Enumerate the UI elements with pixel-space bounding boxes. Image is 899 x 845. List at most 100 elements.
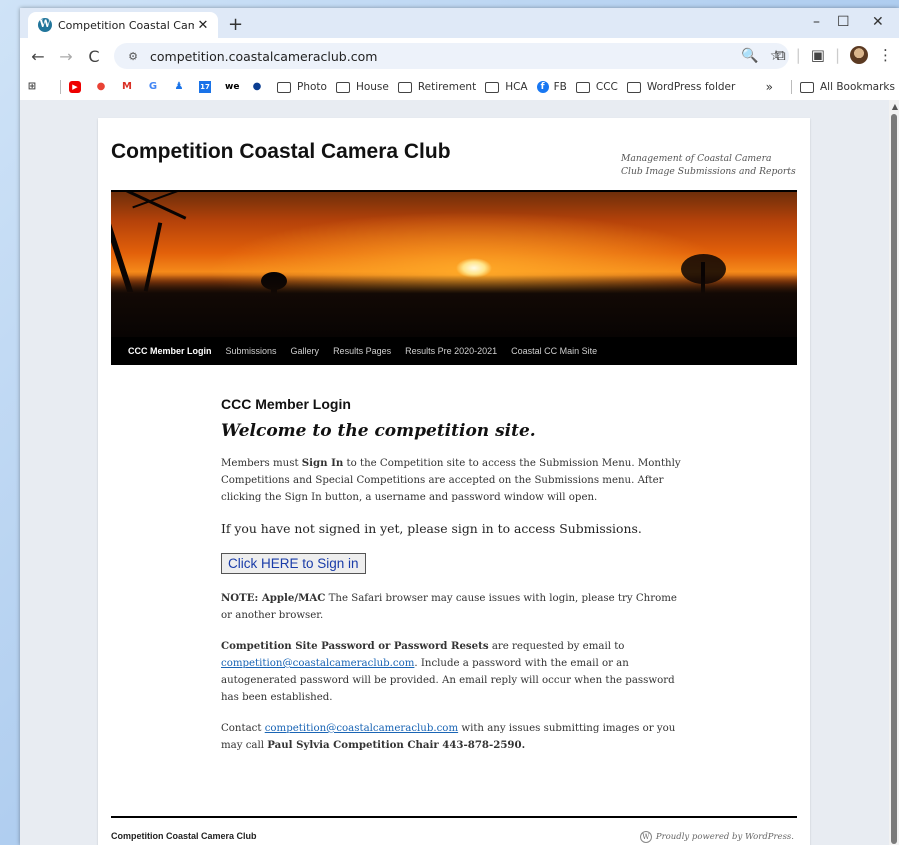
bookmark-photo[interactable]: Photo xyxy=(277,81,327,93)
scrollbar[interactable]: ▲ xyxy=(889,100,899,845)
extensions-icon[interactable]: ⧉ xyxy=(775,46,786,64)
folder-icon xyxy=(335,81,350,93)
person-icon[interactable]: ♟ xyxy=(173,81,190,93)
menu-submissions[interactable]: Submissions xyxy=(219,346,284,356)
bookmark-retirement[interactable]: Retirement xyxy=(397,81,477,93)
maps-icon[interactable]: ● xyxy=(95,81,112,93)
folder-icon xyxy=(397,81,412,93)
youtube-icon[interactable]: ▶ xyxy=(69,81,86,93)
site-page: Competition Coastal Camera Club Manageme… xyxy=(98,118,810,845)
scroll-up-arrow-icon[interactable]: ▲ xyxy=(892,102,898,111)
zoom-icon[interactable]: 🔍 xyxy=(737,48,763,64)
menu-main-site[interactable]: Coastal CC Main Site xyxy=(504,346,604,356)
folder-icon xyxy=(277,81,291,93)
contact-paragraph: Contact competition@coastalcameraclub.co… xyxy=(221,720,691,754)
page-viewport: Competition Coastal Camera Club Manageme… xyxy=(20,100,899,845)
entry-content: CCC Member Login Welcome to the competit… xyxy=(221,396,691,768)
wordpress-icon: W xyxy=(38,18,52,32)
wordpress-icon: W xyxy=(639,831,652,843)
bookmark-label: CCC xyxy=(595,81,618,93)
page-title: CCC Member Login xyxy=(221,396,351,412)
bookmarks-bar: ⊞ ▶ ● M G ♟ 17 we ● Photo House Retireme… xyxy=(20,74,899,101)
note-paragraph: NOTE: Apple/MAC The Safari browser may c… xyxy=(221,590,691,624)
facebook-icon: f xyxy=(536,81,549,93)
password-paragraph: Competition Site Password or Password Re… xyxy=(221,638,691,706)
contact-bold: Paul Sylvia Competition Chair 443-878-25… xyxy=(267,739,526,751)
bookmarks-divider xyxy=(60,80,61,94)
intro-paragraph: Members must Sign In to the Competition … xyxy=(221,455,691,506)
password-bold: Competition Site Password or Password Re… xyxy=(221,640,489,652)
folder-icon xyxy=(575,81,590,93)
bookmark-label: Retirement xyxy=(417,81,477,93)
maximize-button[interactable]: ☐ xyxy=(837,14,850,30)
bookmark-label: WordPress folder xyxy=(646,81,736,93)
bookmark-ccc[interactable]: CCC xyxy=(575,81,618,93)
bookmark-label: FB xyxy=(553,81,567,93)
menu-results-pre-2020[interactable]: Results Pre 2020-2021 xyxy=(398,346,504,356)
profile-avatar[interactable] xyxy=(850,46,868,64)
footer-site-link[interactable]: Competition Coastal Camera Club xyxy=(111,831,257,841)
back-button[interactable]: ← xyxy=(24,47,52,66)
weather-icon[interactable]: we xyxy=(225,81,242,93)
bookmark-label: House xyxy=(355,81,389,93)
contact-email-link[interactable]: competition@coastalcameraclub.com xyxy=(265,723,458,734)
footer-credit[interactable]: W Proudly powered by WordPress. xyxy=(639,831,794,843)
folder-icon xyxy=(799,81,814,93)
toolbar-right: ⧉ | ▣ | ⋮ xyxy=(775,46,893,64)
sign-in-button[interactable]: Click HERE to Sign in xyxy=(221,553,366,574)
forward-button[interactable]: → xyxy=(52,47,80,66)
menu-gallery[interactable]: Gallery xyxy=(284,346,327,356)
calendar-icon[interactable]: 17 xyxy=(199,81,216,93)
nasa-icon[interactable]: ● xyxy=(251,81,268,93)
intro-bold: Sign In xyxy=(301,457,344,469)
new-tab-button[interactable]: + xyxy=(228,14,243,35)
bookmarks-overflow-button[interactable]: » xyxy=(766,80,773,94)
site-info-icon[interactable]: ⚙ xyxy=(122,50,144,63)
close-window-button[interactable]: ✕ xyxy=(872,14,884,30)
tab-active[interactable]: W Competition Coastal Camera Cl ✕ xyxy=(28,12,218,38)
site-title[interactable]: Competition Coastal Camera Club xyxy=(111,140,451,164)
bookmark-house[interactable]: House xyxy=(335,81,389,93)
folder-icon xyxy=(485,81,500,93)
note-bold: NOTE: Apple/MAC xyxy=(221,592,326,604)
footer-credit-text: Proudly powered by WordPress. xyxy=(655,832,794,842)
bookmarks-divider xyxy=(790,80,792,94)
all-bookmarks-label: All Bookmarks xyxy=(819,81,895,93)
main-menu: CCC Member Login Submissions Gallery Res… xyxy=(111,337,797,365)
site-description: Management of Coastal Camera Club Image … xyxy=(621,153,796,177)
email-link[interactable]: competition@coastalcameraclub.com xyxy=(221,658,414,669)
welcome-heading: Welcome to the competition site. xyxy=(221,421,536,441)
bookmark-hca[interactable]: HCA xyxy=(485,81,528,93)
scrollbar-thumb[interactable] xyxy=(891,114,897,844)
contact-text: Contact xyxy=(221,723,265,734)
browser-window: W Competition Coastal Camera Cl ✕ + – ☐ … xyxy=(20,8,899,845)
apps-icon[interactable]: ⊞ xyxy=(26,81,43,93)
bookmarks-right: » All Bookmarks xyxy=(759,74,899,100)
all-bookmarks-button[interactable]: All Bookmarks xyxy=(799,81,895,93)
minimize-button[interactable]: – xyxy=(813,14,820,30)
menu-kebab-icon[interactable]: ⋮ xyxy=(878,46,893,64)
bookmark-fb[interactable]: f FB xyxy=(536,81,567,93)
tab-strip: W Competition Coastal Camera Cl ✕ + – ☐ … xyxy=(20,8,899,38)
bookmark-wordpress-folder[interactable]: WordPress folder xyxy=(626,81,736,93)
browser-toolbar: ← → C ⚙ competition.coastalcameraclub.co… xyxy=(20,38,899,74)
reading-list-icon[interactable]: ▣ xyxy=(811,46,825,64)
url-text[interactable]: competition.coastalcameraclub.com xyxy=(144,49,737,64)
reload-button[interactable]: C xyxy=(80,47,108,66)
bookmark-label: HCA xyxy=(505,81,528,93)
bookmark-label: Photo xyxy=(297,81,327,93)
footer-divider xyxy=(111,816,797,818)
intro-text: Members must xyxy=(221,458,302,469)
menu-results-pages[interactable]: Results Pages xyxy=(326,346,398,356)
header-sunset-image xyxy=(111,192,797,337)
toolbar-divider: | xyxy=(795,46,801,64)
toolbar-divider: | xyxy=(834,46,840,64)
gmail-icon[interactable]: M xyxy=(121,81,138,93)
tab-title: Competition Coastal Camera Cl xyxy=(58,18,194,32)
signin-prompt: If you have not signed in yet, please si… xyxy=(221,521,642,536)
google-icon[interactable]: G xyxy=(147,81,164,93)
password-text: are requested by email to xyxy=(488,641,625,652)
address-bar[interactable]: ⚙ competition.coastalcameraclub.com 🔍 ☆ xyxy=(114,43,789,69)
menu-member-login[interactable]: CCC Member Login xyxy=(111,346,219,356)
close-tab-icon[interactable]: ✕ xyxy=(194,18,212,33)
